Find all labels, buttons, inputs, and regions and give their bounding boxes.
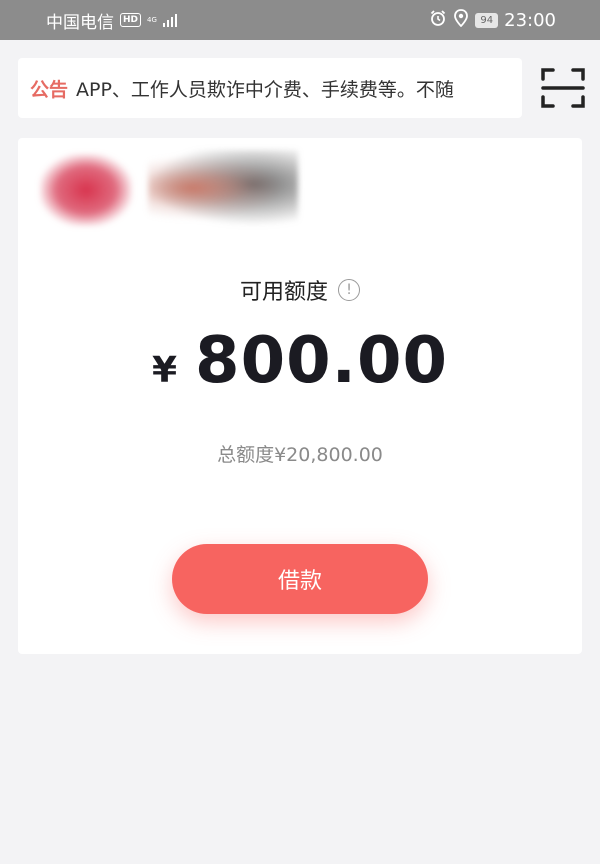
network-type: 4G (147, 15, 157, 24)
announcement-bar[interactable]: 公告 APP、工作人员欺诈中介费、手续费等。不随 (18, 58, 522, 118)
status-time: 23:00 (504, 9, 556, 31)
alarm-icon (429, 9, 447, 32)
carrier-name: 中国电信 (46, 12, 114, 33)
signal-icon (162, 13, 178, 27)
scan-icon (541, 68, 585, 108)
status-right: 94 23:00 (429, 8, 556, 32)
location-icon (453, 8, 469, 32)
scan-button[interactable] (540, 66, 586, 110)
available-credit-label: 可用额度 (239, 280, 328, 305)
blurred-user-name (148, 150, 298, 226)
announcement-text: APP、工作人员欺诈中介费、手续费等。不随 (76, 78, 454, 101)
credit-card-panel: 可用额度 ! ¥ 800.00 总额度¥20,800.00 借款 (18, 138, 582, 654)
battery-level: 94 (480, 14, 494, 26)
network-label: 4G (147, 15, 157, 24)
total-credit: 总额度¥20,800.00 (217, 444, 383, 466)
battery-icon: 94 (475, 12, 499, 28)
available-amount: 800.00 (195, 324, 449, 398)
hd-badge: HD (120, 13, 142, 27)
status-bar: 中国电信 HD 4G 94 23:00 (0, 0, 600, 40)
status-left: 中国电信 HD 4G (46, 8, 178, 33)
blurred-avatar (40, 154, 132, 226)
available-amount-row: ¥ 800.00 (18, 324, 582, 398)
announcement-tag: 公告 (30, 78, 69, 101)
available-credit-label-row: 可用额度 ! (18, 274, 582, 306)
borrow-button[interactable]: 借款 (172, 544, 428, 614)
currency-symbol: ¥ (151, 350, 178, 391)
info-icon[interactable]: ! (338, 279, 360, 301)
